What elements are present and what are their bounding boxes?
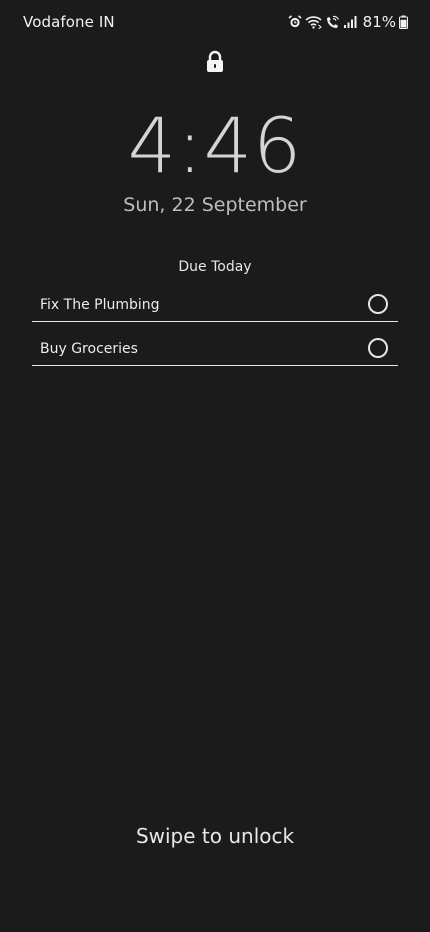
wifi-icon <box>305 15 322 29</box>
alarm-icon <box>288 15 302 29</box>
task-label: Fix The Plumbing <box>40 297 160 313</box>
clock-time: 4:46 <box>127 101 303 190</box>
battery-icon <box>399 15 408 29</box>
task-label: Buy Groceries <box>40 341 138 357</box>
status-icons: 81% <box>288 11 408 33</box>
task-checkbox-icon[interactable] <box>368 338 388 358</box>
clock-date: Sun, 22 September <box>123 194 307 216</box>
wifi-calling-icon <box>325 15 340 29</box>
status-bar: Vodafone IN 81% <box>0 0 430 44</box>
swipe-to-unlock-hint[interactable]: Swipe to unlock <box>0 824 430 848</box>
task-checkbox-icon[interactable] <box>368 294 388 314</box>
tasks-widget: Due Today Fix The Plumbing Buy Groceries <box>32 256 398 366</box>
widget-title: Due Today <box>178 259 252 275</box>
battery-percent: 81% <box>362 13 396 31</box>
task-row[interactable]: Buy Groceries <box>32 322 398 366</box>
signal-icon <box>343 15 358 29</box>
task-row[interactable]: Fix The Plumbing <box>32 278 398 322</box>
carrier-name: Vodafone IN <box>23 13 115 31</box>
padlock-icon[interactable] <box>205 50 225 74</box>
